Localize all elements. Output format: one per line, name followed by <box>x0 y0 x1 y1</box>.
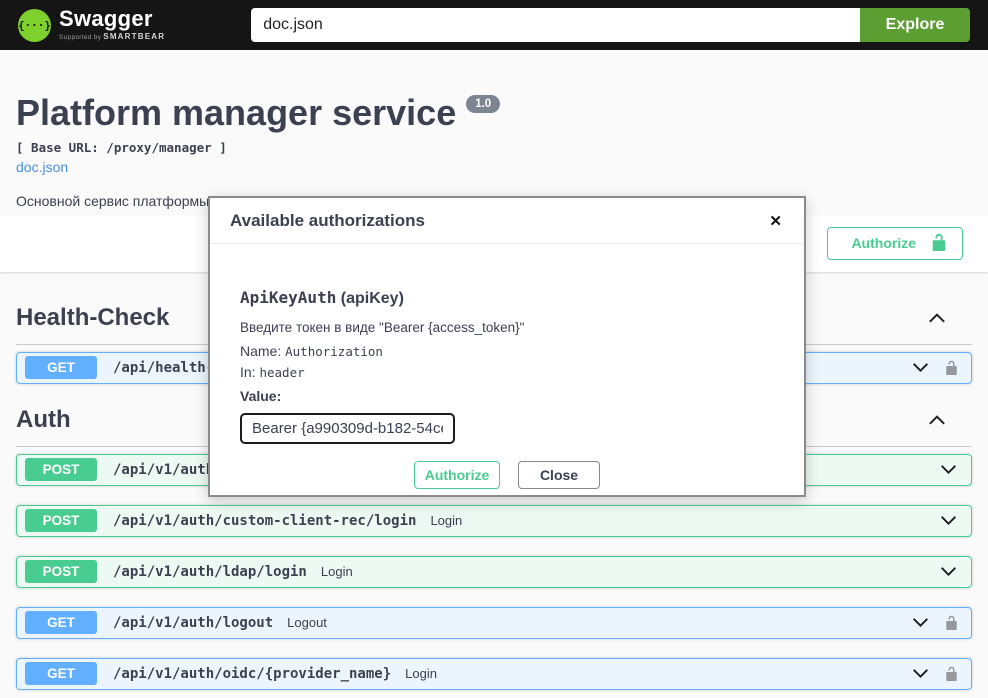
endpoint-path: /api/v1/auth/ldap/login <box>113 564 307 580</box>
endpoint-path: /api/v1/auth/logout <box>113 615 273 631</box>
method-badge: GET <box>25 662 97 685</box>
method-badge: GET <box>25 356 97 379</box>
endpoint-row[interactable]: GET /api/v1/auth/logout Logout <box>16 607 972 639</box>
unlock-icon[interactable] <box>944 666 959 681</box>
chevron-down-icon[interactable] <box>938 561 959 582</box>
authorize-button[interactable]: Authorize <box>827 227 963 260</box>
method-badge: POST <box>25 458 97 481</box>
spec-url-form: Explore <box>251 8 970 42</box>
smartbear-logo: SMARTBEAR <box>103 32 165 41</box>
base-url: [ Base URL: /proxy/manager ] <box>16 140 968 155</box>
brand-subtitle: Supported bySMARTBEAR <box>59 33 165 42</box>
auth-scheme-heading: ApiKeyAuth (apiKey) <box>240 288 774 308</box>
method-badge: POST <box>25 509 97 532</box>
spec-url-input[interactable] <box>251 8 860 42</box>
section-title: Auth <box>16 406 71 434</box>
topbar: {···} Swagger Supported bySMARTBEAR Expl… <box>0 0 988 50</box>
page-title: Platform manager service <box>16 92 456 133</box>
chevron-up-icon[interactable] <box>926 409 948 431</box>
endpoint-path: /api/v1/auth/oidc/{provider_name} <box>113 666 391 682</box>
endpoint-row[interactable]: POST /api/v1/auth/ldap/login Login <box>16 556 972 588</box>
value-label: Value: <box>240 388 774 404</box>
authorize-button-label: Authorize <box>851 235 916 251</box>
endpoint-description: Login <box>405 666 437 681</box>
unlock-icon[interactable] <box>944 360 959 375</box>
swagger-logo: {···} Swagger Supported bySMARTBEAR <box>18 8 165 42</box>
version-badge: 1.0 <box>466 95 500 113</box>
modal-title: Available authorizations <box>230 211 425 231</box>
spec-link[interactable]: doc.json <box>16 159 68 175</box>
endpoint-description: Login <box>321 564 353 579</box>
modal-authorize-button[interactable]: Authorize <box>414 461 500 489</box>
chevron-down-icon[interactable] <box>910 357 931 378</box>
unlock-icon[interactable] <box>944 615 959 630</box>
endpoint-row[interactable]: POST /api/v1/auth/custom-client-rec/logi… <box>16 505 972 537</box>
token-input[interactable] <box>240 413 455 444</box>
chevron-down-icon[interactable] <box>938 510 959 531</box>
modal-close-button[interactable]: Close <box>518 461 600 489</box>
endpoint-path: /api/v1/auth/custom-client-rec/login <box>113 513 416 529</box>
explore-button[interactable]: Explore <box>860 8 970 42</box>
method-badge: POST <box>25 560 97 583</box>
unlock-icon <box>930 233 948 254</box>
endpoint-description: Logout <box>287 615 327 630</box>
swagger-logo-icon: {···} <box>18 9 51 42</box>
method-badge: GET <box>25 611 97 634</box>
auth-hint: Введите токен в виде "Bearer {access_tok… <box>240 320 774 335</box>
endpoint-path: /api/v1/auth/ <box>113 462 223 478</box>
api-info: Platform manager service 1.0 [ Base URL: … <box>0 50 988 213</box>
chevron-down-icon[interactable] <box>910 663 931 684</box>
auth-in-row: In: header <box>240 362 774 383</box>
section-title: Health-Check <box>16 304 169 332</box>
chevron-down-icon[interactable] <box>938 459 959 480</box>
auth-name-row: Name: Authorization <box>240 341 774 362</box>
chevron-down-icon[interactable] <box>910 612 931 633</box>
brand-name: Swagger <box>59 8 165 30</box>
close-icon[interactable]: ✕ <box>767 214 784 229</box>
chevron-up-icon[interactable] <box>926 307 948 329</box>
endpoint-description: Login <box>430 513 462 528</box>
authorizations-modal: Available authorizations ✕ ApiKeyAuth (a… <box>208 196 806 497</box>
endpoint-path: /api/health-c <box>113 360 223 376</box>
endpoint-row[interactable]: GET /api/v1/auth/oidc/{provider_name} Lo… <box>16 658 972 690</box>
